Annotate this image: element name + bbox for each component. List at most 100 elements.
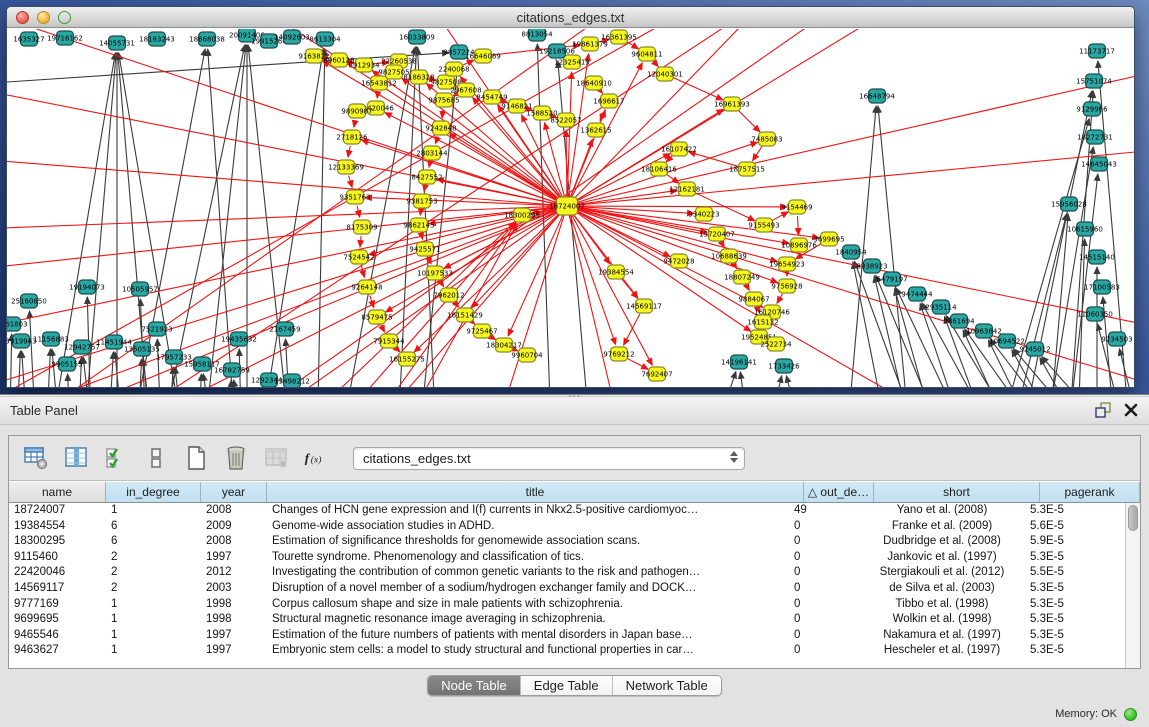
graph-edge[interactable] (689, 152, 739, 167)
graph-edge[interactable] (68, 374, 72, 387)
graph-edge[interactable] (600, 90, 603, 93)
graph-edge[interactable] (1005, 214, 1067, 387)
new-table-icon[interactable] (183, 445, 209, 471)
graph-edge[interactable] (354, 120, 355, 127)
graph-edge[interactable] (337, 47, 415, 387)
graph-edge[interactable] (627, 358, 648, 369)
graph-edge[interactable] (7, 159, 558, 205)
status-bar: Memory: OK (1055, 701, 1149, 727)
column-header-out_de[interactable]: △ out_de… (804, 482, 874, 502)
table-source-select[interactable]: citations_edges.txt (353, 447, 745, 470)
column-header-name[interactable]: name (9, 482, 106, 502)
graph-edge[interactable] (15, 351, 20, 387)
table-row[interactable]: 969969511998Structural magnetic resonanc… (9, 612, 1125, 628)
graph-edge[interactable] (7, 29, 627, 387)
graph-edge[interactable] (361, 266, 364, 278)
graph-edge[interactable] (786, 376, 807, 387)
graph-edge[interactable] (622, 279, 638, 298)
graph-edge[interactable] (349, 176, 353, 188)
show-columns-icon[interactable] (63, 445, 89, 471)
table-row[interactable]: 946362711997Embryonic stem cells: a mode… (9, 643, 1125, 659)
column-header-year[interactable]: year (201, 482, 267, 502)
graph-edge[interactable] (420, 210, 421, 215)
tab-edge-table[interactable]: Edge Table (521, 676, 613, 695)
network-graph-canvas[interactable]: 1872400791638228960128891293422260538982… (7, 29, 1134, 387)
graph-edge[interactable] (107, 352, 113, 387)
graph-edge[interactable] (576, 69, 1134, 204)
graph-edge[interactable] (576, 206, 787, 207)
graph-edge[interactable] (429, 162, 430, 167)
graph-edge[interactable] (442, 109, 443, 118)
table-row[interactable]: 1938455462009Genome-wide association stu… (9, 519, 1125, 535)
graph-edge[interactable] (772, 212, 788, 221)
graph-edge[interactable] (508, 214, 563, 336)
graph-node-label: 9245012 (1019, 346, 1050, 354)
table-row[interactable]: 946554611997Estimation of the future num… (9, 628, 1125, 644)
graph-edge[interactable] (624, 314, 640, 345)
graph-edge[interactable] (450, 133, 560, 201)
column-header-in_degree[interactable]: in_degree (106, 482, 201, 502)
graph-edge[interactable] (570, 139, 592, 197)
graph-edge[interactable] (576, 149, 1134, 205)
graph-edge[interactable] (566, 130, 567, 197)
graph-edge[interactable] (740, 372, 752, 387)
graph-edge[interactable] (119, 53, 187, 387)
graph-edge[interactable] (797, 216, 798, 235)
graph-edge[interactable] (490, 336, 496, 340)
table-row[interactable]: 1456911722003Disruption of a novel membe… (9, 581, 1125, 597)
function-builder-icon[interactable]: f (x) (303, 445, 329, 471)
graph-edge[interactable] (600, 109, 605, 121)
table-row[interactable]: 2242004622012Investigating the contribut… (9, 565, 1125, 581)
table-cell: 0 (789, 612, 859, 628)
graph-edge[interactable] (1040, 358, 1097, 387)
float-panel-icon[interactable] (1095, 402, 1111, 418)
table-row[interactable]: 977716911998Corpus callosum shape and si… (9, 597, 1125, 613)
table-row[interactable]: 1830029562008Estimation of significance … (9, 534, 1125, 550)
scrollbar-thumb[interactable] (1128, 505, 1138, 531)
graph-edge[interactable] (377, 92, 378, 98)
window-titlebar[interactable]: citations_edges.txt (7, 7, 1134, 28)
graph-edge[interactable] (227, 380, 231, 387)
graph-edge[interactable] (357, 206, 360, 217)
column-header-pagerank[interactable]: pagerank (1040, 482, 1140, 502)
tab-network-table[interactable]: Network Table (613, 676, 721, 695)
delete-columns-icon[interactable] (223, 445, 249, 471)
graph-edge[interactable] (653, 61, 658, 67)
graph-edge[interactable] (395, 347, 400, 352)
graph-edge[interactable] (878, 106, 912, 387)
graph-edge[interactable] (576, 208, 1134, 329)
network-view-window[interactable]: citations_edges.txt 18724007916382289601… (6, 6, 1135, 388)
graph-edge[interactable] (348, 146, 350, 157)
graph-edge[interactable] (707, 371, 736, 387)
close-panel-icon[interactable] (1123, 402, 1139, 418)
graph-edge[interactable] (573, 29, 767, 200)
graph-edge[interactable] (197, 374, 201, 387)
graph-edge[interactable] (175, 367, 185, 387)
graph-edge[interactable] (746, 285, 749, 290)
graph-node-label: 9699695 (813, 236, 844, 244)
graph-node-label: 18668038 (189, 36, 225, 44)
graph-edge[interactable] (738, 110, 760, 132)
graph-edge[interactable] (575, 154, 670, 202)
graph-edge[interactable] (360, 236, 361, 247)
table-scrollbar[interactable] (1125, 503, 1140, 668)
graph-edge[interactable] (558, 61, 592, 387)
graph-edge[interactable] (1119, 349, 1134, 387)
graph-edge[interactable] (762, 376, 782, 387)
column-header-title[interactable]: title (267, 482, 804, 502)
graph-edge[interactable] (777, 294, 783, 304)
table-cell: 14569117 (9, 581, 106, 597)
table-row[interactable]: 911546021997Tourette syndrome. Phenomeno… (9, 550, 1125, 566)
column-header-short[interactable]: short (874, 482, 1040, 502)
tab-node-table[interactable]: Node Table (428, 676, 521, 695)
graph-edge[interactable] (381, 325, 385, 332)
graph-edge[interactable] (753, 146, 762, 160)
citation-network-graph[interactable]: 1872400791638228960128891293422260538982… (7, 29, 1134, 387)
row-height-icon[interactable] (143, 445, 169, 471)
select-columns-icon[interactable] (103, 445, 129, 471)
graph-edge[interactable] (666, 155, 673, 162)
table-mode-icon[interactable] (23, 445, 49, 471)
graph-edge[interactable] (421, 234, 422, 240)
graph-edge[interactable] (734, 264, 737, 269)
table-row[interactable]: 1872400712008Changes of HCN gene express… (9, 503, 1125, 519)
